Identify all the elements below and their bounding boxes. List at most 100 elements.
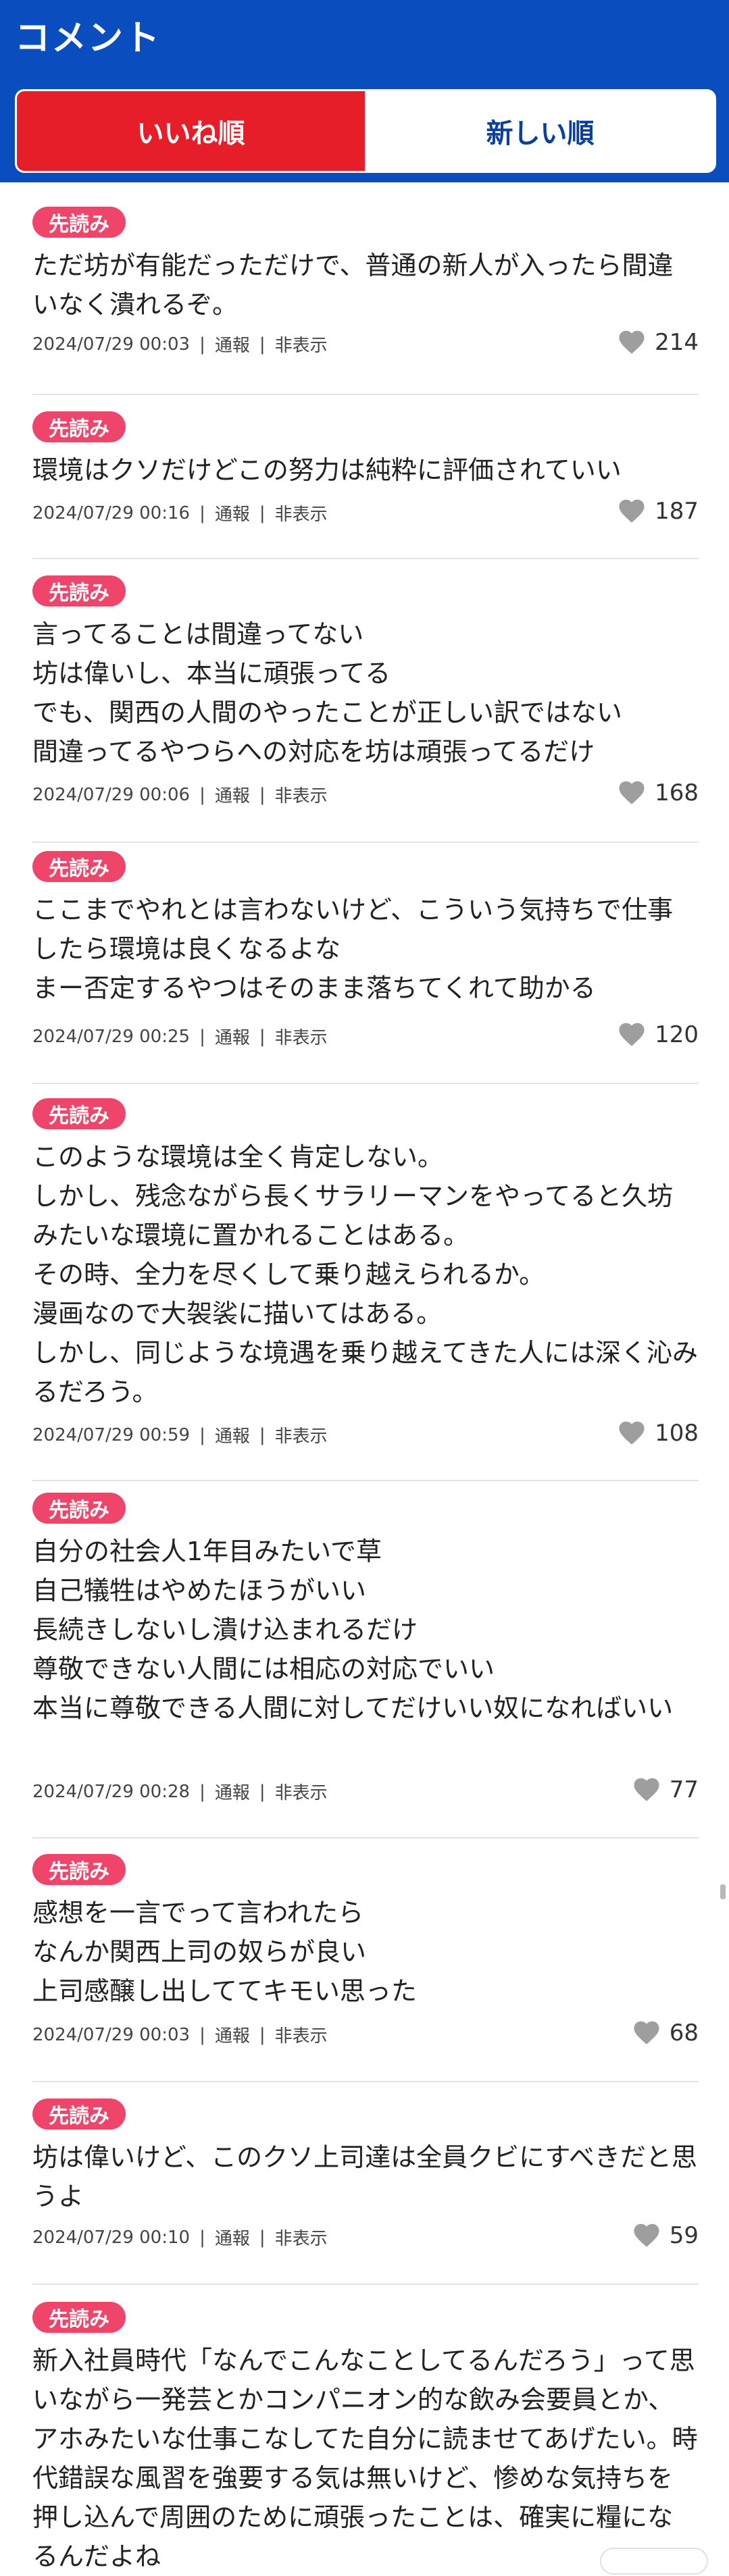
like-count: 168 xyxy=(655,779,699,806)
report-link[interactable]: 通報 xyxy=(215,500,250,525)
like-count: 214 xyxy=(655,329,699,356)
like-count: 59 xyxy=(669,2222,699,2249)
like-button[interactable]: 68 xyxy=(632,2018,699,2048)
comment-item: 先読み このような環境は全く肯定しない。 しかし、残念ながら長くサラリーマンをやっ… xyxy=(32,1098,699,1447)
comment-item: 先読み 感想を一言でって言われたら なんか関西上司の奴らが良い 上司感醸し出してて… xyxy=(32,1854,699,2046)
preview-badge: 先読み xyxy=(32,207,126,238)
header: コメント いいね順 新しい順 xyxy=(0,0,729,182)
preview-badge: 先読み xyxy=(32,1854,126,1885)
meta-separator: | xyxy=(199,503,205,523)
meta-separator: | xyxy=(199,2024,205,2045)
heart-icon xyxy=(617,1020,647,1050)
hide-link[interactable]: 非表示 xyxy=(275,1779,328,1804)
heart-icon xyxy=(617,1418,647,1448)
comment-meta: 2024/07/29 00:59 | 通報 | 非表示 xyxy=(32,1422,328,1447)
comment-date: 2024/07/29 00:25 xyxy=(32,1026,191,1047)
like-count: 120 xyxy=(655,1021,699,1048)
comment-text: 言ってることは間違ってない 坊は偉いし、本当に頑張ってる でも、関西の人間のやっ… xyxy=(32,619,622,767)
meta-separator: | xyxy=(259,1424,266,1445)
comment-date: 2024/07/29 00:28 xyxy=(32,1781,191,1802)
meta-separator: | xyxy=(259,2024,266,2045)
meta-separator: | xyxy=(259,1026,266,1047)
divider xyxy=(32,1837,699,1838)
preview-badge: 先読み xyxy=(32,2302,126,2333)
hide-link[interactable]: 非表示 xyxy=(275,1422,328,1447)
report-link[interactable]: 通報 xyxy=(215,782,250,807)
like-count: 187 xyxy=(655,498,699,525)
like-button[interactable]: 214 xyxy=(617,328,699,357)
meta-separator: | xyxy=(199,1424,205,1445)
comment-meta: 2024/07/29 00:25 | 通報 | 非表示 xyxy=(32,1024,328,1049)
meta-separator: | xyxy=(259,503,266,523)
heart-icon xyxy=(632,1775,661,1805)
divider xyxy=(32,842,699,843)
comment-meta: 2024/07/29 00:06 | 通報 | 非表示 xyxy=(32,782,328,807)
comment-date: 2024/07/29 00:16 xyxy=(32,503,191,523)
like-button[interactable]: 77 xyxy=(632,1775,699,1805)
comment-text: 自分の社会人1年目みたいで草 自己犠牲はやめたほうがいい 長続きしないし潰け込ま… xyxy=(32,1537,674,1723)
comment-meta: 2024/07/29 00:10 | 通報 | 非表示 xyxy=(32,2225,328,2250)
divider xyxy=(32,2081,699,2082)
like-button[interactable]: 59 xyxy=(632,2221,699,2250)
preview-badge: 先読み xyxy=(32,851,126,882)
comment-date: 2024/07/29 00:59 xyxy=(32,1424,191,1445)
meta-separator: | xyxy=(199,1026,205,1047)
meta-separator: | xyxy=(259,1781,266,1802)
comment-item: 先読み 新入社員時代「なんでこんなことしてるんだろう」って思いながら一発芸とかコン… xyxy=(32,2302,699,2571)
meta-separator: | xyxy=(259,784,266,805)
comment-date: 2024/07/29 00:03 xyxy=(32,334,191,355)
comment-date: 2024/07/29 00:06 xyxy=(32,784,191,805)
like-count: 77 xyxy=(669,1776,699,1803)
hide-link[interactable]: 非表示 xyxy=(275,1024,328,1049)
like-button[interactable]: 187 xyxy=(617,496,699,526)
report-link[interactable]: 通報 xyxy=(215,1024,250,1049)
comment-meta: 2024/07/29 00:03 | 通報 | 非表示 xyxy=(32,2022,328,2047)
like-count: 68 xyxy=(669,2019,699,2046)
heart-icon xyxy=(632,2221,661,2250)
tab-sort-newest[interactable]: 新しい順 xyxy=(365,91,714,171)
tab-sort-likes[interactable]: いいね順 xyxy=(17,91,365,171)
comment-meta: 2024/07/29 00:16 | 通報 | 非表示 xyxy=(32,500,328,525)
hide-link[interactable]: 非表示 xyxy=(275,2022,328,2047)
comment-item: 先読み ただ坊が有能だっただけで、普通の新人が入ったら間違いなく潰れるぞ。 2024… xyxy=(32,207,699,356)
comment-item: 先読み言ってることは間違ってない 坊は偉いし、本当に頑張ってる でも、関西の人間… xyxy=(32,575,699,806)
sort-tabs: いいね順 新しい順 xyxy=(15,89,716,173)
report-link[interactable]: 通報 xyxy=(215,332,250,357)
scrollbar[interactable] xyxy=(720,1884,726,1899)
comment-meta: 2024/07/29 00:28 | 通報 | 非表示 xyxy=(32,1779,328,1804)
comment-item: 先読み 坊は偉いけど、このクソ上司達は全員クビにすべきだと思うよ 2024/07/2… xyxy=(32,2098,699,2249)
preview-badge: 先読み xyxy=(32,575,126,607)
comment-date: 2024/07/29 00:03 xyxy=(32,2024,191,2045)
divider xyxy=(32,1083,699,1084)
hide-link[interactable]: 非表示 xyxy=(275,500,328,525)
comment-item: 先読み ここまでやれとは言わないけど、こういう気持ちで仕事したら環境は良くなるよな… xyxy=(32,851,699,1048)
meta-separator: | xyxy=(259,334,266,355)
report-link[interactable]: 通報 xyxy=(215,1779,250,1804)
comment-item: 先読み自分の社会人1年目みたいで草 自己犠牲はやめたほうがいい 長続きしないし潰… xyxy=(32,1493,699,1803)
hide-link[interactable]: 非表示 xyxy=(275,2225,328,2250)
like-button[interactable]: 168 xyxy=(617,778,699,808)
meta-separator: | xyxy=(259,2227,266,2248)
comment-item: 先読み環境はクソだけどこの努力は純粋に評価されていい 2024/07/29 00:… xyxy=(32,411,699,525)
comment-date: 2024/07/29 00:10 xyxy=(32,2227,191,2248)
divider xyxy=(32,558,699,559)
meta-separator: | xyxy=(199,334,205,355)
floating-button[interactable] xyxy=(600,2548,708,2575)
report-link[interactable]: 通報 xyxy=(215,1422,250,1447)
page-title: コメント xyxy=(15,18,161,59)
report-link[interactable]: 通報 xyxy=(215,2225,250,2250)
preview-badge: 先読み xyxy=(32,411,126,442)
meta-separator: | xyxy=(199,2227,205,2248)
preview-badge: 先読み xyxy=(32,2098,126,2130)
hide-link[interactable]: 非表示 xyxy=(275,782,328,807)
like-button[interactable]: 108 xyxy=(617,1418,699,1448)
heart-icon xyxy=(617,778,647,808)
preview-badge: 先読み xyxy=(32,1493,126,1524)
like-count: 108 xyxy=(655,1420,699,1447)
heart-icon xyxy=(632,2018,661,2048)
like-button[interactable]: 120 xyxy=(617,1020,699,1050)
hide-link[interactable]: 非表示 xyxy=(275,332,328,357)
report-link[interactable]: 通報 xyxy=(215,2022,250,2047)
comment-text: 環境はクソだけどこの努力は純粋に評価されていい xyxy=(32,455,622,485)
meta-separator: | xyxy=(199,784,205,805)
